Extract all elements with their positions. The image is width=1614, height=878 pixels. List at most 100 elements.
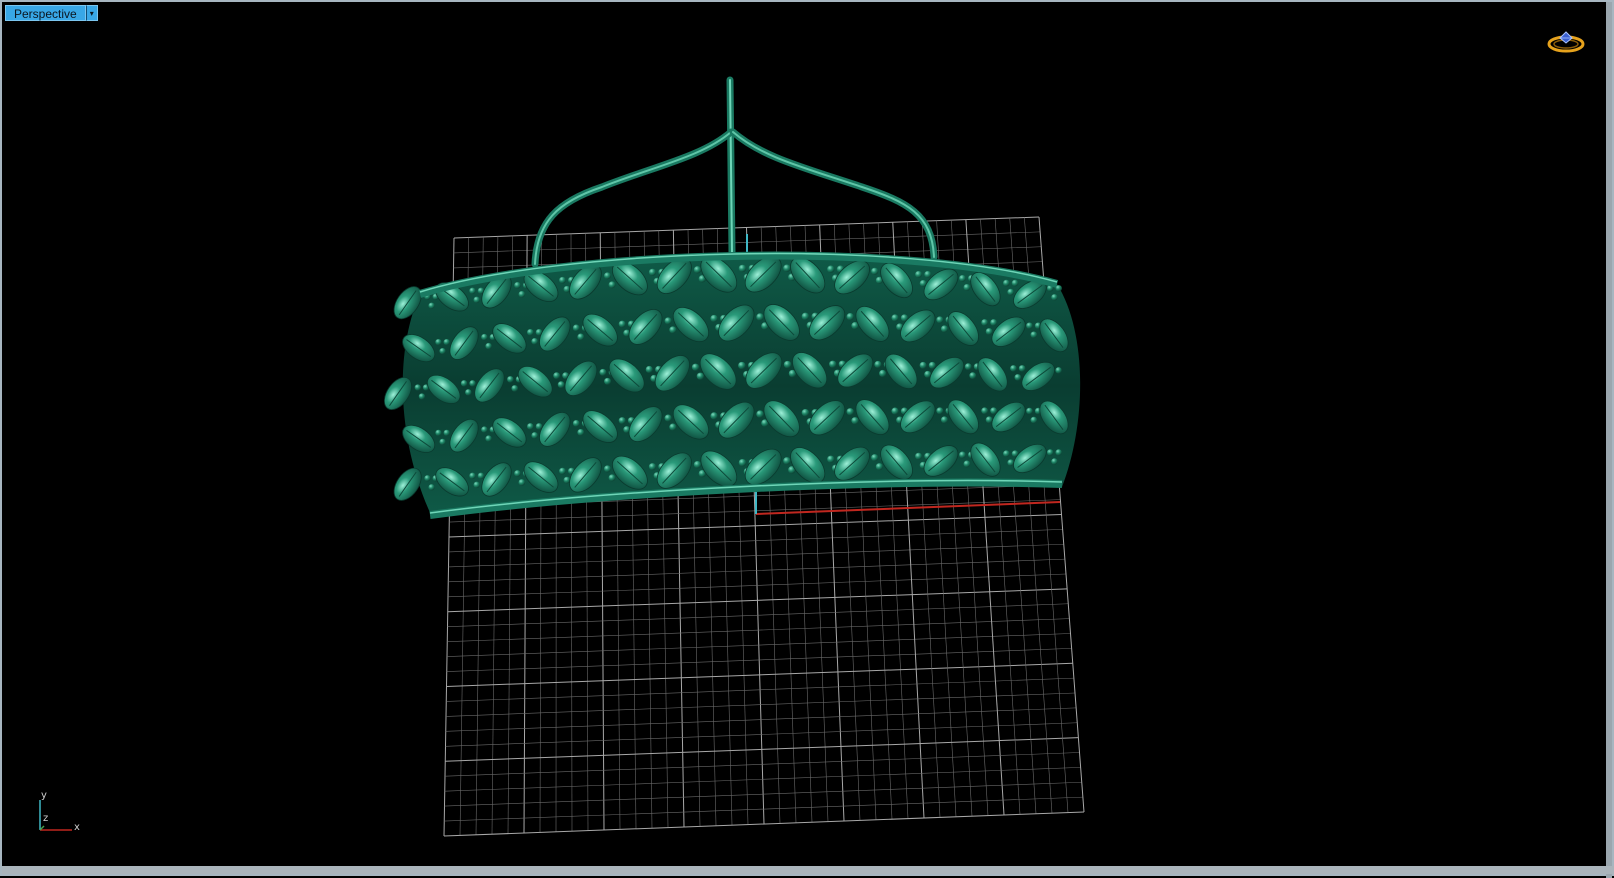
bead-element bbox=[915, 453, 922, 460]
bead-element bbox=[756, 313, 764, 321]
bead-element bbox=[619, 321, 626, 328]
bead-element bbox=[694, 266, 701, 273]
bead-element bbox=[415, 384, 421, 390]
bead-element bbox=[577, 429, 584, 436]
bead-element bbox=[924, 271, 931, 278]
bead-element bbox=[964, 461, 971, 468]
bead-element bbox=[439, 348, 445, 354]
bead-element bbox=[465, 389, 471, 395]
bead-element bbox=[669, 424, 676, 431]
bead-element bbox=[519, 291, 526, 298]
bead-element bbox=[756, 410, 764, 418]
bead-element bbox=[710, 412, 717, 419]
bead-element bbox=[531, 338, 538, 345]
bead-element bbox=[485, 435, 491, 441]
bead-element bbox=[1012, 280, 1019, 287]
bead-element bbox=[646, 366, 653, 373]
bead-element bbox=[847, 313, 854, 320]
bead-element bbox=[784, 361, 792, 369]
bead-element bbox=[558, 381, 565, 388]
bead-element bbox=[851, 417, 858, 424]
viewport-bottom-border bbox=[2, 866, 1614, 874]
bead-element bbox=[827, 266, 834, 273]
bead-element bbox=[473, 297, 479, 303]
bead-element bbox=[847, 408, 854, 415]
bead-element bbox=[444, 430, 450, 436]
bead-element bbox=[915, 271, 922, 278]
bead-element bbox=[802, 313, 810, 321]
bead-element bbox=[514, 470, 521, 477]
bead-element bbox=[964, 284, 971, 291]
bead-element bbox=[783, 264, 791, 272]
bead-element bbox=[519, 479, 526, 486]
bead-element bbox=[428, 484, 434, 490]
bead-element bbox=[1007, 289, 1014, 296]
bead-element bbox=[435, 430, 441, 436]
bead-element bbox=[599, 369, 606, 376]
viewport-title[interactable]: Perspective bbox=[5, 5, 86, 21]
bead-element bbox=[481, 426, 487, 432]
viewport-title-tab[interactable]: Perspective ▾ bbox=[5, 5, 98, 21]
bead-element bbox=[559, 468, 566, 475]
bead-element bbox=[604, 378, 611, 385]
axis-z-label: z bbox=[43, 813, 48, 824]
bead-element bbox=[665, 415, 672, 422]
bead-element bbox=[891, 408, 898, 415]
bead-element bbox=[511, 385, 518, 392]
bead-element bbox=[1003, 450, 1010, 457]
chevron-down-icon[interactable]: ▾ bbox=[86, 5, 98, 21]
bead-element bbox=[527, 423, 534, 430]
bead-element bbox=[802, 409, 810, 417]
bead-element bbox=[507, 376, 514, 383]
pendant-bail[interactable] bbox=[535, 80, 934, 264]
bead-element bbox=[697, 373, 704, 380]
bead-element bbox=[959, 275, 966, 282]
bead-element bbox=[1051, 458, 1057, 464]
bead-element bbox=[829, 361, 836, 368]
bead-element bbox=[619, 417, 626, 424]
bead-element bbox=[936, 316, 943, 323]
bead-element bbox=[739, 459, 747, 467]
bead-element bbox=[527, 329, 534, 336]
bead-element bbox=[891, 314, 898, 321]
bead-element bbox=[738, 362, 746, 370]
bead-element bbox=[669, 326, 676, 333]
viewport-right-border bbox=[1606, 2, 1612, 878]
bead-element bbox=[609, 474, 616, 481]
bead-element bbox=[1051, 294, 1057, 300]
ring-icon[interactable] bbox=[1546, 30, 1586, 54]
bead-element bbox=[1026, 408, 1033, 415]
bead-element bbox=[1003, 280, 1010, 287]
bead-element bbox=[1055, 367, 1061, 373]
bead-element bbox=[481, 334, 487, 340]
scene-canvas[interactable] bbox=[2, 2, 1614, 878]
bead-element bbox=[1031, 417, 1038, 424]
bead-element bbox=[739, 265, 747, 273]
bangle-band[interactable] bbox=[379, 250, 1080, 517]
bead-element bbox=[439, 439, 445, 445]
bead-element bbox=[473, 482, 479, 488]
bead-element bbox=[1026, 322, 1033, 329]
bead-element bbox=[419, 393, 425, 399]
bead-element bbox=[692, 364, 699, 371]
bead-element bbox=[1007, 459, 1014, 466]
axis-x-label: x bbox=[74, 822, 80, 833]
bead-element bbox=[827, 456, 834, 463]
bead-element bbox=[649, 463, 656, 470]
bead-element bbox=[649, 269, 656, 276]
bead-element bbox=[710, 315, 717, 322]
bead-element bbox=[1047, 449, 1053, 455]
perspective-viewport[interactable]: Perspective ▾ y z x bbox=[0, 0, 1614, 876]
bead-element bbox=[514, 282, 521, 289]
bead-element bbox=[461, 380, 467, 386]
bead-element bbox=[573, 420, 580, 427]
bead-element bbox=[469, 473, 475, 479]
bead-element bbox=[941, 325, 948, 332]
bead-element bbox=[1056, 285, 1062, 291]
bead-element bbox=[920, 362, 927, 369]
bead-element bbox=[435, 339, 441, 345]
bead-element bbox=[424, 475, 430, 481]
bead-element bbox=[559, 277, 566, 284]
axis-y-label: y bbox=[41, 790, 47, 801]
bead-element bbox=[1014, 374, 1021, 381]
